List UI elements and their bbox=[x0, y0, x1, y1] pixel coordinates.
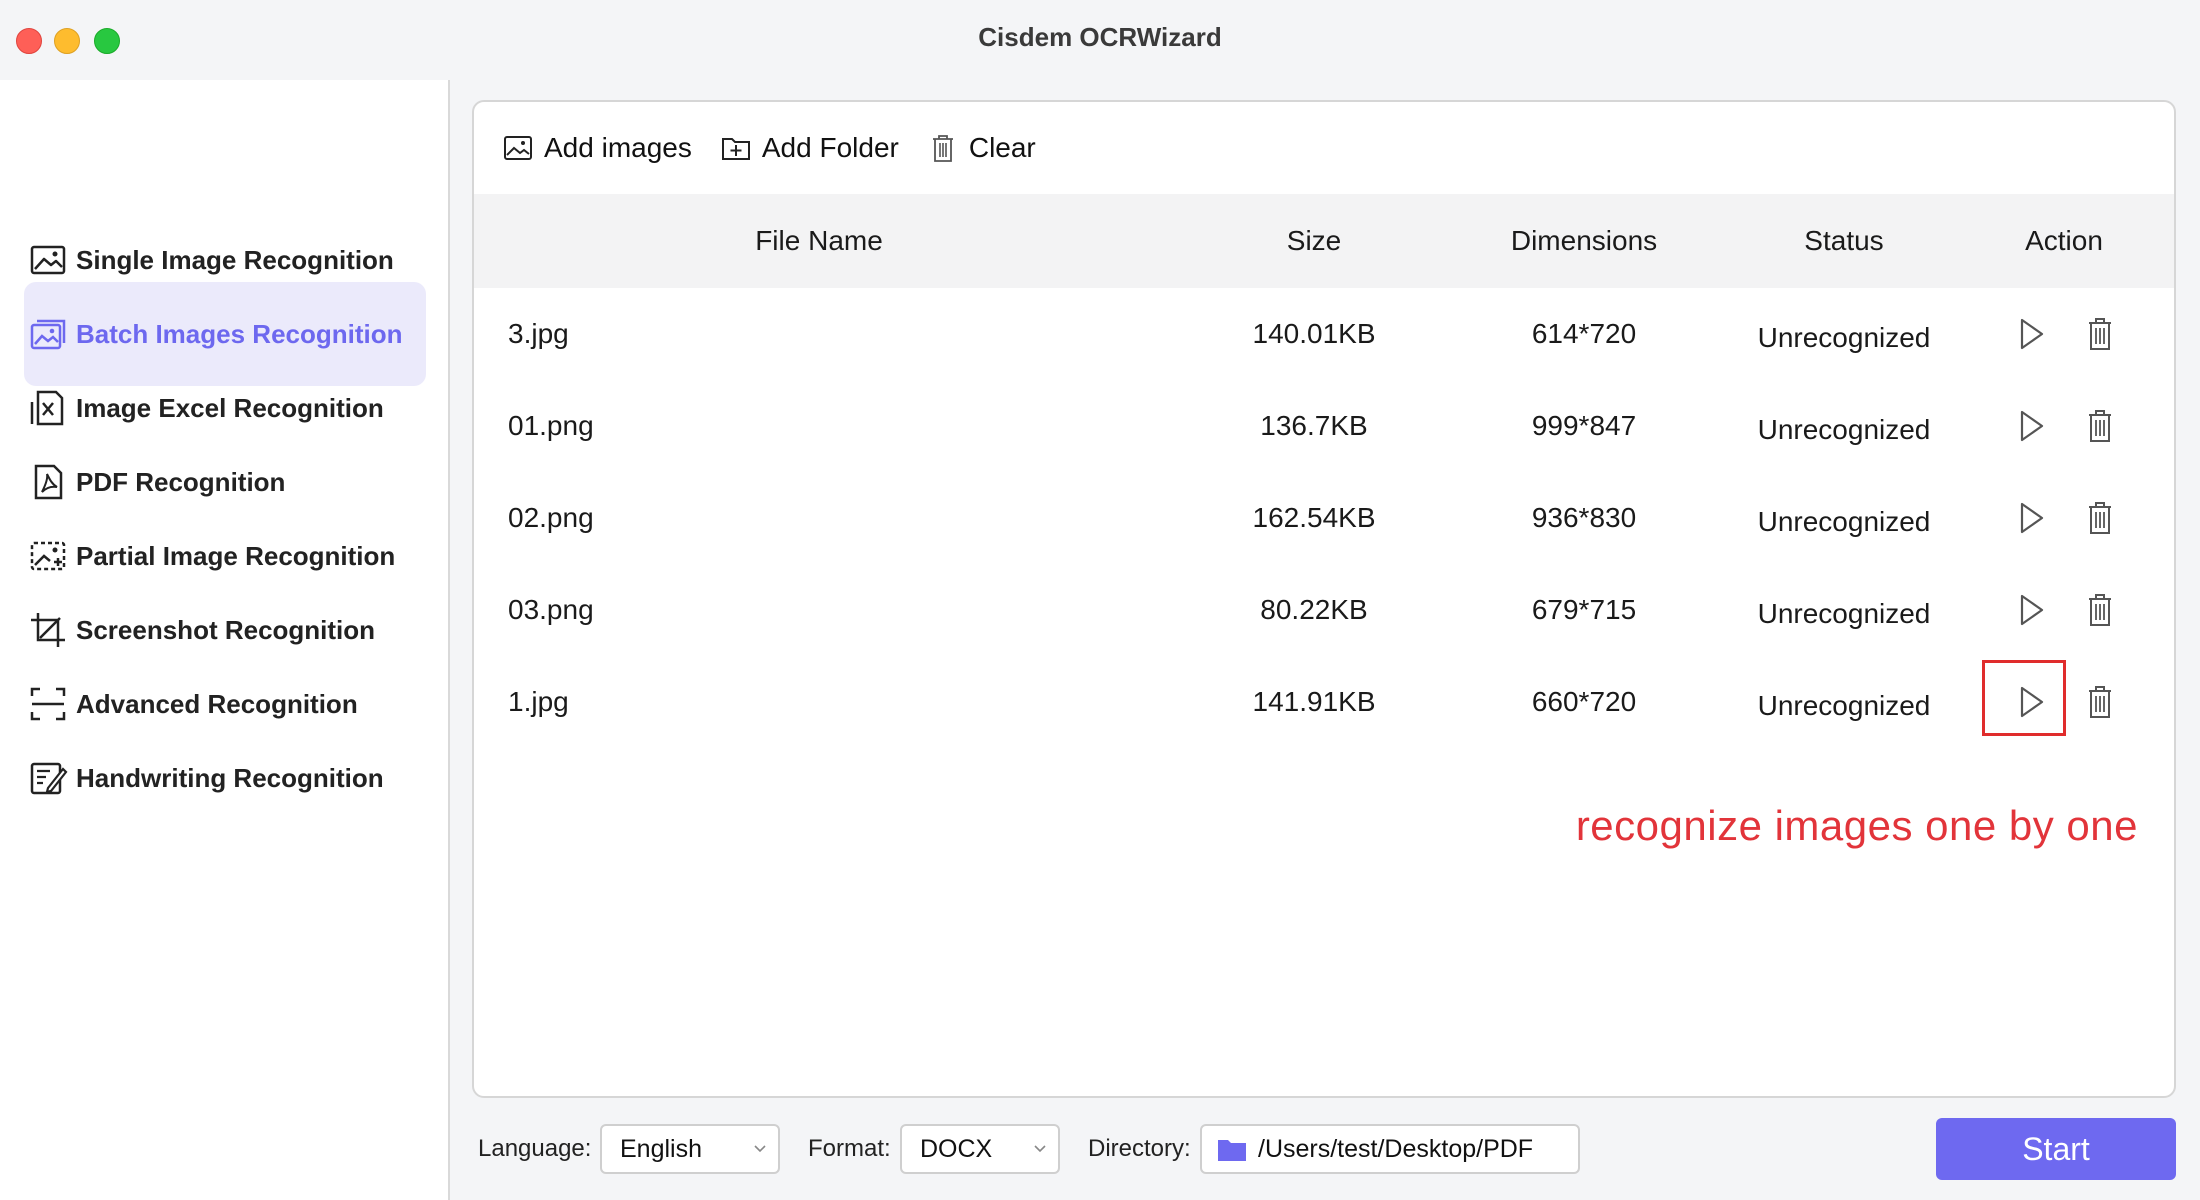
size-cell: 162.54KB bbox=[1252, 502, 1376, 533]
dimensions-cell: 679*715 bbox=[1531, 594, 1637, 625]
column-dimensions[interactable]: Dimensions bbox=[1454, 194, 1714, 288]
file-list-panel: Add images Add Folder Clear File Name Si… bbox=[472, 100, 2176, 1098]
sidebar-item-handwriting[interactable]: Handwriting Recognition bbox=[24, 726, 426, 830]
chevron-down-icon bbox=[752, 1140, 768, 1156]
play-icon[interactable] bbox=[2010, 314, 2050, 354]
column-action: Action bbox=[2025, 225, 2103, 256]
play-icon[interactable] bbox=[2010, 406, 2050, 446]
dimensions-cell: 999*847 bbox=[1531, 410, 1637, 441]
image-icon bbox=[28, 240, 68, 280]
file-name-cell: 3.jpg bbox=[508, 318, 569, 349]
play-icon[interactable] bbox=[2010, 682, 2050, 722]
start-button[interactable]: Start bbox=[1936, 1118, 2176, 1180]
pen-edit-icon bbox=[28, 758, 68, 798]
title-bar: Cisdem OCRWizard bbox=[0, 0, 2200, 80]
annotation-text: recognize images one by one bbox=[1575, 802, 2138, 849]
trash-icon[interactable] bbox=[2080, 682, 2120, 722]
size-cell: 140.01KB bbox=[1252, 318, 1376, 349]
image-icon bbox=[502, 132, 534, 164]
pdf-icon bbox=[28, 462, 68, 502]
add-folder-button[interactable]: Add Folder bbox=[720, 132, 899, 164]
size-cell: 141.91KB bbox=[1252, 686, 1376, 717]
status-cell: Unrecognized bbox=[1757, 690, 1931, 721]
table-row[interactable]: 1.jpg 141.91KB 660*720 Unrecognized bbox=[474, 656, 2174, 748]
file-name-cell: 01.png bbox=[508, 410, 594, 441]
file-name-cell: 1.jpg bbox=[508, 686, 569, 717]
sidebar: Single Image Recognition Batch Images Re… bbox=[0, 80, 450, 1200]
table-row[interactable]: 02.png 162.54KB 936*830 Unrecognized bbox=[474, 472, 2174, 564]
images-icon bbox=[28, 314, 68, 354]
sidebar-item-label: Batch Images Recognition bbox=[76, 318, 403, 349]
size-cell: 80.22KB bbox=[1260, 594, 1368, 625]
window-title: Cisdem OCRWizard bbox=[978, 22, 1222, 52]
sidebar-item-label: Image Excel Recognition bbox=[76, 392, 384, 423]
table-row[interactable]: 03.png 80.22KB 679*715 Unrecognized bbox=[474, 564, 2174, 656]
trash-icon[interactable] bbox=[2080, 314, 2120, 354]
trash-icon[interactable] bbox=[2080, 498, 2120, 538]
bottom-bar: Language: English Format: DOCX Directory… bbox=[472, 1118, 2176, 1180]
format-select[interactable]: DOCX bbox=[900, 1124, 1060, 1174]
language-select[interactable]: English bbox=[600, 1124, 780, 1174]
play-icon[interactable] bbox=[2010, 498, 2050, 538]
status-cell: Unrecognized bbox=[1757, 322, 1931, 353]
dimensions-cell: 614*720 bbox=[1531, 318, 1637, 349]
clear-button[interactable]: Clear bbox=[927, 132, 1036, 164]
add-images-label: Add images bbox=[544, 132, 692, 163]
status-cell: Unrecognized bbox=[1757, 598, 1931, 629]
status-cell: Unrecognized bbox=[1757, 414, 1931, 445]
sidebar-item-label: Advanced Recognition bbox=[76, 688, 358, 719]
sidebar-item-label: Partial Image Recognition bbox=[76, 540, 396, 571]
folder-icon bbox=[1216, 1136, 1248, 1164]
excel-icon bbox=[28, 388, 68, 428]
sidebar-item-label: Screenshot Recognition bbox=[76, 614, 376, 645]
play-icon[interactable] bbox=[2010, 590, 2050, 630]
column-file-name[interactable]: File Name bbox=[474, 194, 1164, 288]
toolbar: Add images Add Folder Clear bbox=[474, 102, 2174, 196]
column-status[interactable]: Status bbox=[1714, 194, 1974, 288]
clear-label: Clear bbox=[968, 132, 1036, 163]
trash-icon[interactable] bbox=[2080, 406, 2120, 446]
format-label: Format: bbox=[808, 1135, 891, 1162]
table-row[interactable]: 3.jpg 140.01KB 614*720 Unrecognized bbox=[474, 288, 2174, 380]
directory-value: /Users/test/Desktop/PDF bbox=[1258, 1135, 1534, 1163]
file-name-cell: 02.png bbox=[508, 502, 594, 533]
file-name-cell: 03.png bbox=[508, 594, 594, 625]
status-cell: Unrecognized bbox=[1757, 506, 1931, 537]
sidebar-item-label: Single Image Recognition bbox=[76, 244, 394, 275]
language-label: Language: bbox=[478, 1135, 592, 1162]
dimensions-cell: 936*830 bbox=[1531, 502, 1637, 533]
crop-icon bbox=[28, 610, 68, 650]
sidebar-item-label: Handwriting Recognition bbox=[76, 762, 384, 793]
scan-frame-icon bbox=[28, 684, 68, 724]
column-size[interactable]: Size bbox=[1204, 194, 1424, 288]
add-images-button[interactable]: Add images bbox=[502, 132, 692, 164]
folder-plus-icon bbox=[720, 132, 752, 164]
chevron-down-icon bbox=[1032, 1140, 1048, 1156]
directory-label: Directory: bbox=[1088, 1135, 1191, 1162]
sidebar-item-label: PDF Recognition bbox=[76, 466, 286, 497]
file-table-body: 3.jpg 140.01KB 614*720 Unrecognized 01.p… bbox=[474, 288, 2174, 748]
format-value: DOCX bbox=[920, 1135, 993, 1163]
language-value: English bbox=[620, 1135, 702, 1163]
dimensions-cell: 660*720 bbox=[1531, 686, 1637, 717]
trash-icon[interactable] bbox=[2080, 590, 2120, 630]
table-row[interactable]: 01.png 136.7KB 999*847 Unrecognized bbox=[474, 380, 2174, 472]
partial-image-icon bbox=[28, 536, 68, 576]
trash-icon bbox=[927, 132, 959, 164]
table-header: File Name Size Dimensions Status Action bbox=[474, 194, 2174, 288]
directory-field[interactable]: /Users/test/Desktop/PDF bbox=[1200, 1124, 1580, 1174]
add-folder-label: Add Folder bbox=[761, 132, 899, 163]
size-cell: 136.7KB bbox=[1260, 410, 1368, 441]
